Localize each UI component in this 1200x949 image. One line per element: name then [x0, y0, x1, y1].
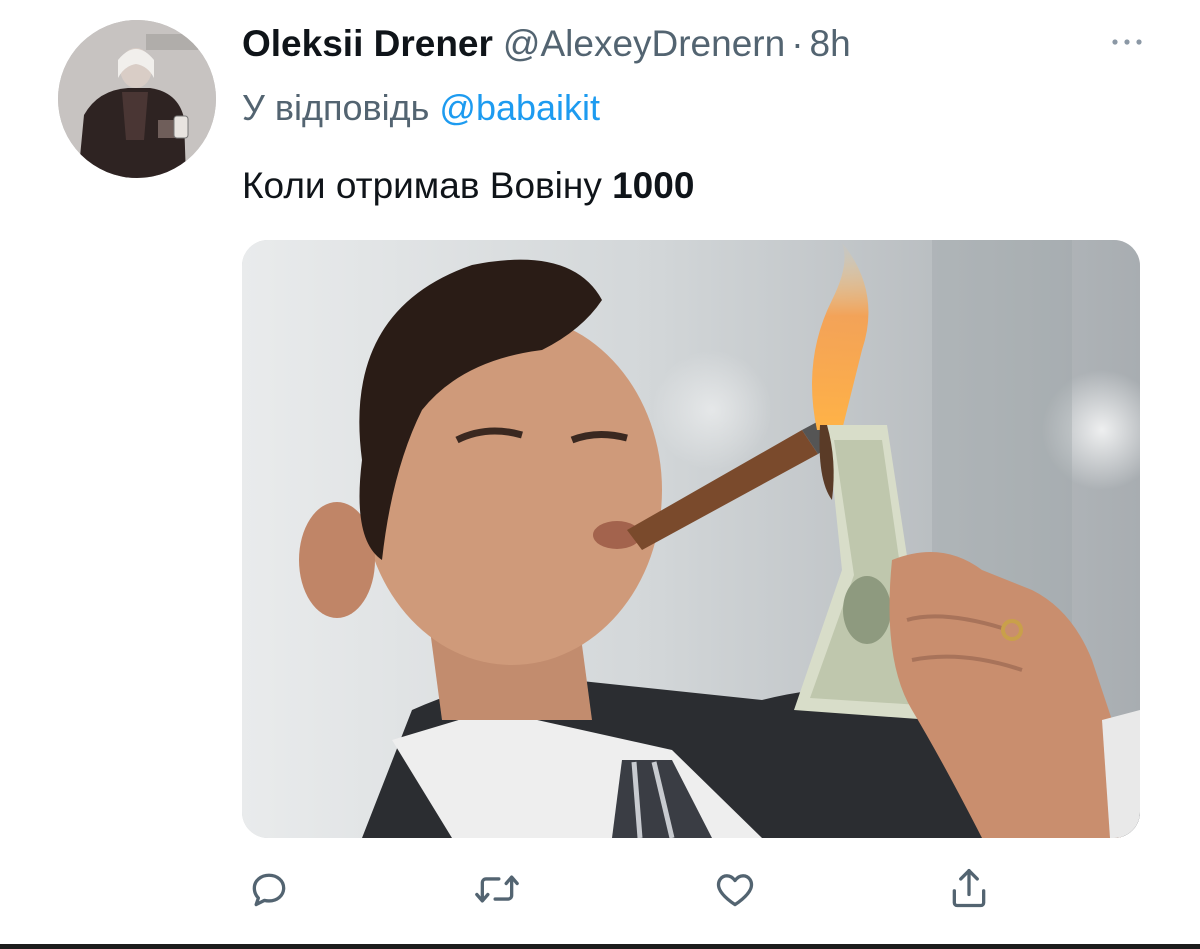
like-button[interactable] — [708, 862, 762, 916]
reply-button[interactable] — [242, 862, 296, 916]
retweet-button[interactable] — [470, 862, 524, 916]
tweet-header: Oleksii Drener @AlexeyDrenern · 8h — [242, 16, 1160, 72]
more-dots-icon — [1112, 39, 1142, 45]
tweet-text: Коли отримав Вовіну 1000 — [242, 158, 694, 214]
tweet-timestamp[interactable]: 8h — [810, 16, 851, 72]
avatar-person-icon — [58, 20, 216, 178]
tweet-text-bold: 1000 — [612, 165, 695, 206]
header-separator: · — [791, 23, 804, 64]
more-options-button[interactable] — [1102, 22, 1152, 62]
tweet-media-photo[interactable] — [242, 240, 1140, 838]
tweet-action-bar — [242, 862, 1022, 922]
author-handle[interactable]: @AlexeyDrenern — [503, 16, 785, 72]
reply-icon — [252, 873, 286, 907]
replying-to-label: У відповідь — [242, 87, 430, 128]
photo-man-cigar-burning-dollar — [242, 240, 1140, 838]
share-icon — [952, 869, 986, 908]
author-display-name[interactable]: Oleksii Drener — [242, 16, 493, 72]
tweet-text-main: Коли отримав Вовіну — [242, 165, 613, 206]
tweet-card: Oleksii Drener @AlexeyDrenern · 8h У від… — [0, 0, 1200, 949]
share-button[interactable] — [942, 862, 996, 916]
bottom-divider — [0, 944, 1200, 949]
like-icon — [716, 874, 754, 907]
author-avatar[interactable] — [58, 20, 216, 178]
retweet-icon — [475, 875, 519, 903]
replying-to-mention[interactable]: @babaikit — [439, 87, 600, 128]
replying-to-line: У відповідь @babaikit — [242, 80, 600, 136]
